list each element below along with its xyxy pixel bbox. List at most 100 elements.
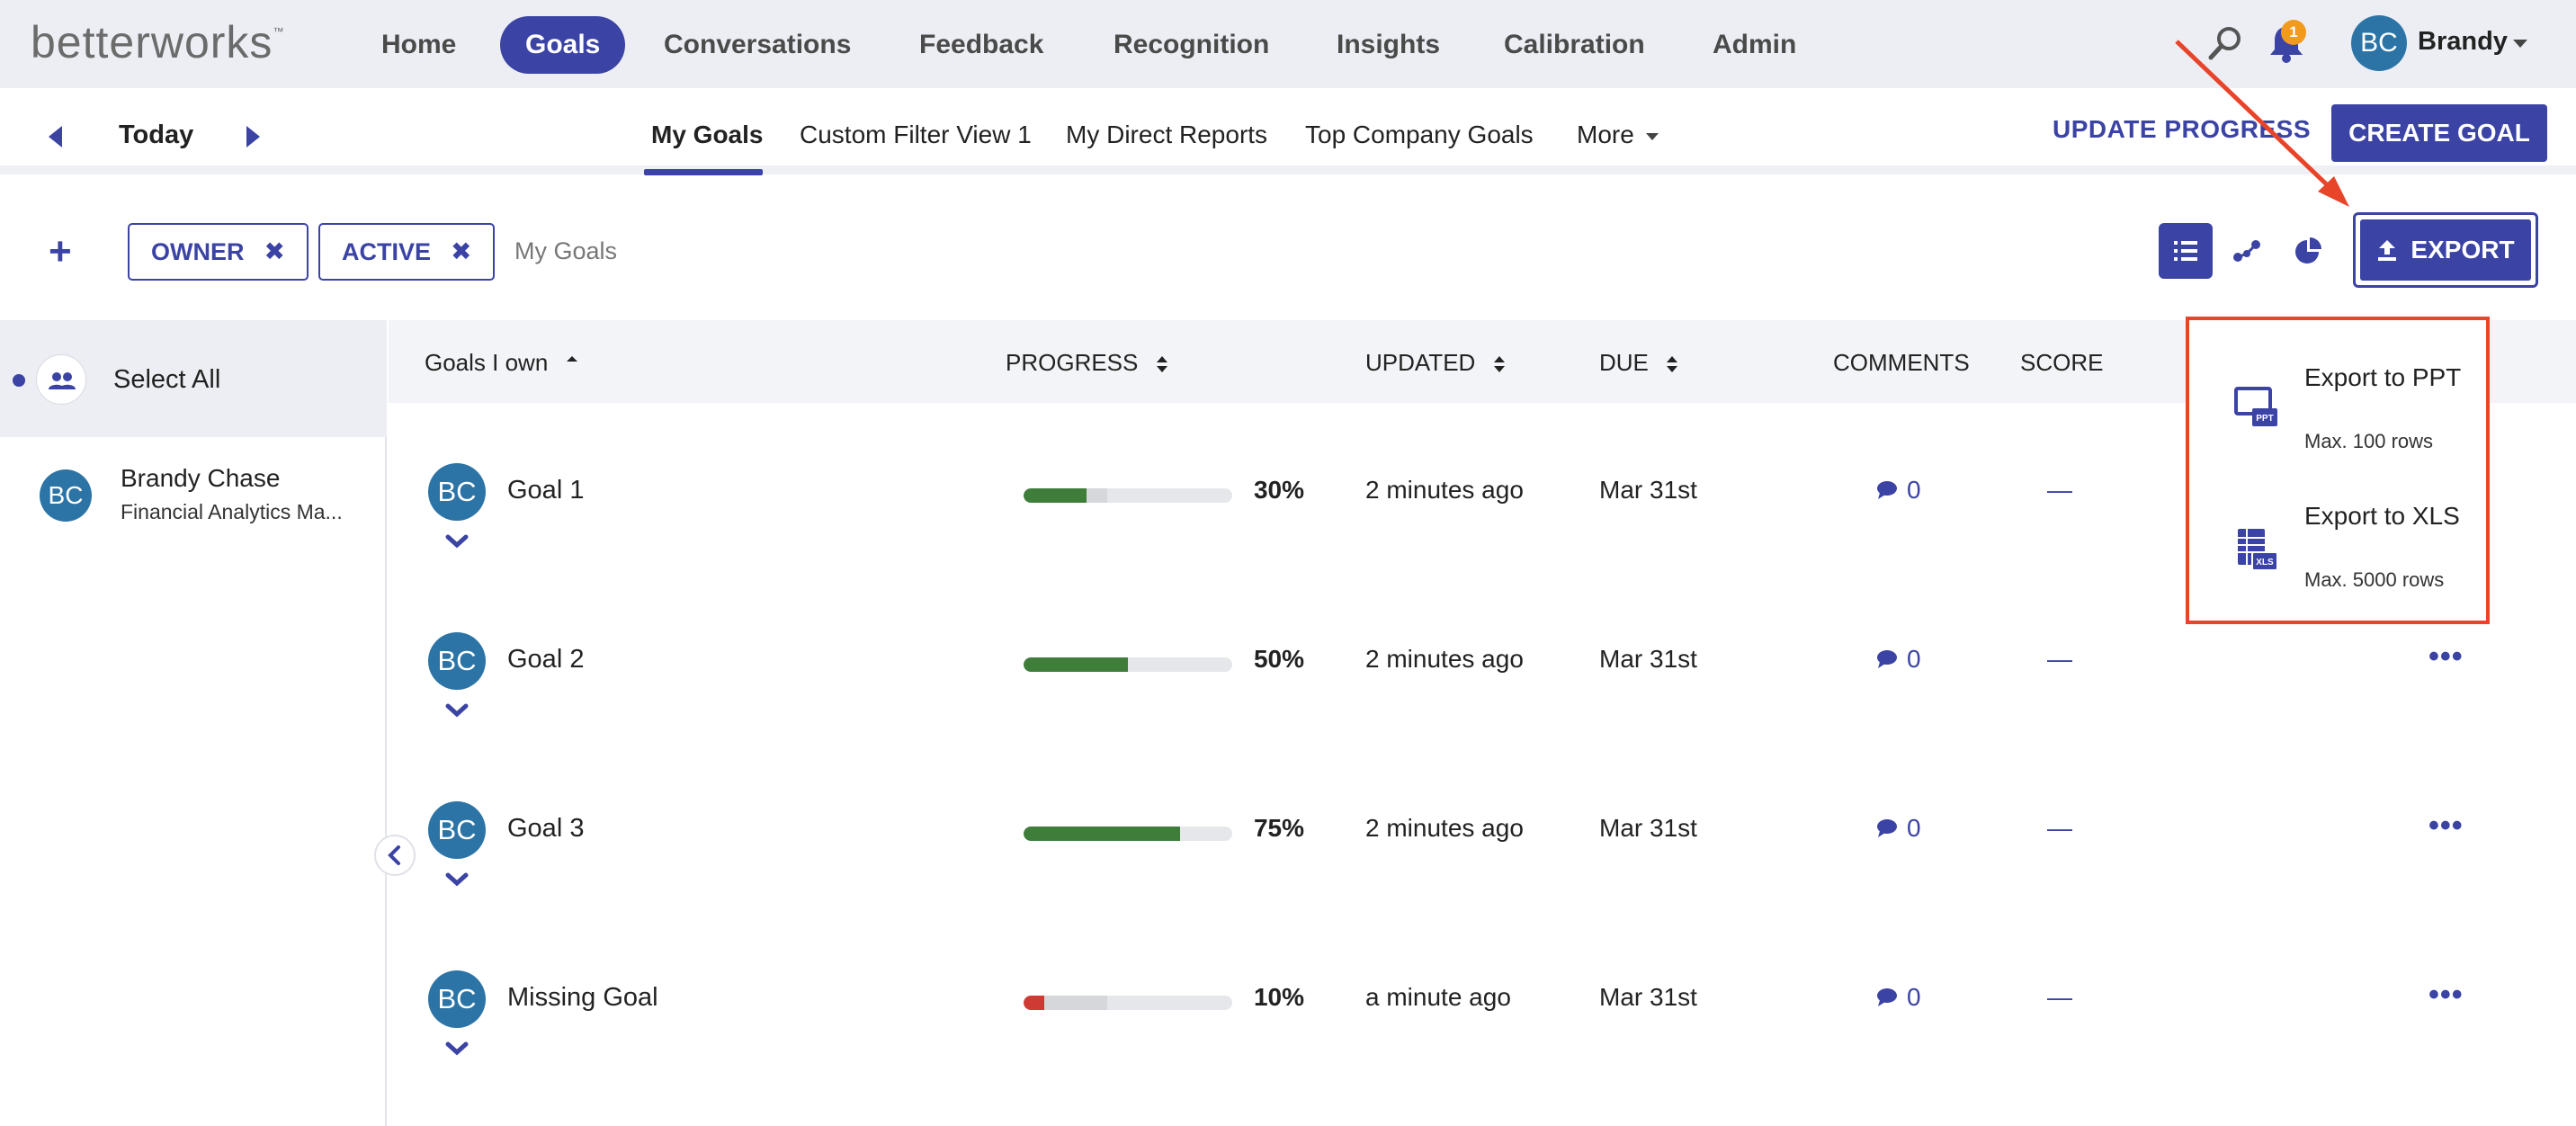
search-icon[interactable] — [2205, 23, 2245, 63]
goal-name[interactable]: Goal 3 — [507, 814, 584, 844]
update-progress-link[interactable]: UPDATE PROGRESS — [2053, 115, 2311, 144]
add-filter-button[interactable]: + — [49, 232, 72, 272]
tab-top-company-goals[interactable]: Top Company Goals — [1305, 121, 1534, 149]
due-date: Mar 31st — [1599, 983, 1697, 1011]
svg-text:PPT: PPT — [2256, 414, 2273, 424]
tab-my-goals[interactable]: My Goals — [651, 121, 763, 149]
chevron-down-icon[interactable] — [444, 533, 470, 550]
due-date: Mar 31st — [1599, 814, 1697, 842]
user-name[interactable]: Brandy — [2418, 27, 2508, 57]
goal-name[interactable]: Goal 2 — [507, 645, 584, 675]
nav-feedback[interactable]: Feedback — [894, 16, 1069, 74]
filter-chip-active[interactable]: ACTIVE ✖ — [318, 223, 496, 281]
betterworks-logo[interactable]: betterworks™ — [31, 16, 284, 68]
export-option-title: Export to PPT — [2304, 363, 2462, 391]
export-label: EXPORT — [2411, 236, 2515, 264]
score-value[interactable]: — — [2047, 983, 2072, 1012]
avatar[interactable]: BC — [428, 463, 486, 521]
nav-insights[interactable]: Insights — [1311, 16, 1465, 74]
progress-bar-fill — [1024, 488, 1087, 503]
filter-chip-owner[interactable]: OWNER ✖ — [128, 223, 309, 281]
export-to-xls-option[interactable]: XLS Export to XLS Max. 5000 rows — [2189, 482, 2486, 624]
comment-count: 0 — [1907, 983, 1921, 1011]
comment-count: 0 — [1907, 814, 1921, 842]
collapse-panel-button[interactable] — [374, 835, 416, 876]
nav-recognition[interactable]: Recognition — [1088, 16, 1294, 74]
row-actions-menu[interactable]: ••• — [2428, 978, 2464, 1013]
period-label[interactable]: Today — [119, 121, 193, 150]
nav-goals[interactable]: Goals — [500, 16, 626, 74]
nav-calibration[interactable]: Calibration — [1479, 16, 1670, 74]
chevron-down-icon[interactable] — [444, 1041, 470, 1057]
comments-link[interactable]: 0 — [1876, 645, 1921, 674]
column-goals-i-own[interactable]: Goals I own — [425, 349, 578, 377]
user-menu-caret-icon[interactable] — [2513, 40, 2527, 48]
remove-filter-icon[interactable]: ✖ — [451, 237, 471, 265]
comment-count: 0 — [1907, 476, 1921, 504]
sub-navigation: Today My Goals Custom Filter View 1 My D… — [0, 88, 2576, 175]
group-icon — [36, 354, 86, 405]
previous-period-icon[interactable] — [49, 126, 62, 147]
avatar[interactable]: BC — [428, 801, 486, 859]
create-goal-button[interactable]: CREATE GOAL — [2331, 104, 2547, 162]
updated-time: 2 minutes ago — [1365, 645, 1524, 673]
current-view-title: My Goals — [514, 237, 618, 264]
person-title: Financial Analytics Ma... — [121, 500, 343, 523]
score-value[interactable]: — — [2047, 476, 2072, 505]
next-period-icon[interactable] — [246, 126, 260, 147]
row-actions-menu[interactable]: ••• — [2428, 639, 2464, 675]
score-value[interactable]: — — [2047, 814, 2072, 843]
comments-link[interactable]: 0 — [1876, 983, 1921, 1012]
goal-name[interactable]: Missing Goal — [507, 983, 658, 1013]
column-due[interactable]: DUE — [1599, 349, 1678, 377]
sort-icon — [1493, 356, 1505, 373]
export-button[interactable]: EXPORT — [2353, 212, 2538, 288]
remove-filter-icon[interactable]: ✖ — [264, 237, 285, 265]
export-option-limit: Max. 100 rows — [2304, 430, 2434, 452]
select-all-label: Select All — [113, 365, 221, 394]
progress-bar-fill — [1024, 996, 1044, 1010]
svg-text:XLS: XLS — [2256, 558, 2274, 567]
comments-link[interactable]: 0 — [1876, 814, 1921, 843]
progress-bar — [1024, 827, 1232, 841]
score-value[interactable]: — — [2047, 645, 2072, 674]
chevron-left-icon — [388, 845, 400, 865]
chevron-down-icon[interactable] — [444, 871, 470, 888]
nav-admin[interactable]: Admin — [1687, 16, 1821, 74]
ppt-file-icon: PPT — [2234, 387, 2277, 426]
user-avatar[interactable]: BC — [2351, 15, 2407, 71]
more-caret-icon[interactable] — [1646, 133, 1659, 140]
column-progress[interactable]: PROGRESS — [1006, 349, 1168, 377]
top-navigation: betterworks™ Home Goals Conversations Fe… — [0, 0, 2576, 88]
goal-name[interactable]: Goal 1 — [507, 476, 584, 505]
chart-view-button[interactable] — [2281, 223, 2335, 279]
column-score: SCORE — [2020, 349, 2104, 376]
tab-my-direct-reports[interactable]: My Direct Reports — [1066, 121, 1267, 149]
sort-icon — [1156, 356, 1167, 373]
progress-bar-fill — [1024, 827, 1180, 841]
chevron-down-icon[interactable] — [444, 702, 470, 719]
active-tab-indicator — [644, 169, 763, 175]
list-view-button[interactable] — [2159, 223, 2213, 279]
avatar[interactable]: BC — [428, 632, 486, 690]
comments-link[interactable]: 0 — [1876, 476, 1921, 505]
tab-more[interactable]: More — [1577, 121, 1634, 149]
select-all-row[interactable]: Select All — [0, 320, 387, 437]
row-actions-menu[interactable]: ••• — [2428, 809, 2464, 844]
column-updated[interactable]: UPDATED — [1365, 349, 1506, 377]
export-dropdown-menu: PPT Export to PPT Max. 100 rows XLS Expo… — [2186, 317, 2490, 624]
avatar[interactable]: BC — [40, 469, 92, 522]
alignment-view-button[interactable] — [2220, 223, 2274, 279]
export-to-ppt-option[interactable]: PPT Export to PPT Max. 100 rows — [2189, 336, 2486, 478]
updated-time: 2 minutes ago — [1365, 814, 1524, 842]
nav-home[interactable]: Home — [356, 16, 481, 74]
progress-bar-fill — [1024, 657, 1128, 672]
tab-custom-filter-view-1[interactable]: Custom Filter View 1 — [800, 121, 1032, 149]
sort-icon — [1667, 356, 1678, 373]
notification-badge: 1 — [2281, 20, 2306, 45]
person-name[interactable]: Brandy Chase — [121, 464, 280, 493]
list-icon — [2174, 241, 2197, 261]
progress-bar — [1024, 488, 1232, 503]
avatar[interactable]: BC — [428, 970, 486, 1028]
nav-conversations[interactable]: Conversations — [639, 16, 876, 74]
